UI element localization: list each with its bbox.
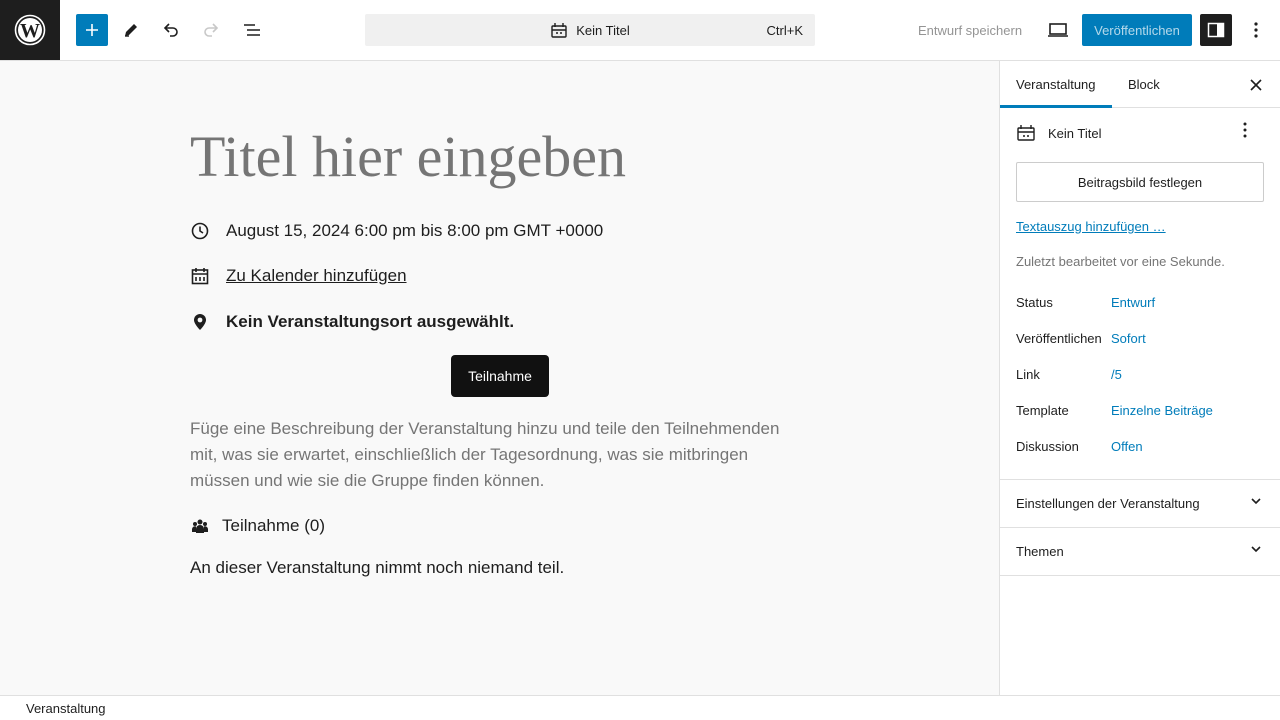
editor-header: W Kein Titel Ctrl+K Entwurf speichern Ve…	[0, 0, 1280, 61]
info-row-publish: Veröffentlichen Sofort	[1016, 331, 1146, 346]
chevron-down-icon	[1251, 546, 1261, 553]
add-excerpt-link[interactable]: Textauszug hinzufügen …	[1016, 219, 1166, 234]
add-to-calendar-link[interactable]: Zu Kalender hinzufügen	[226, 266, 407, 286]
attendees-heading-row: Teilnahme (0)	[190, 516, 325, 536]
event-venue: Kein Veranstaltungsort ausgewählt.	[226, 312, 515, 331]
redo-icon	[204, 23, 219, 37]
panel-event-settings[interactable]: Einstellungen der Veranstaltung	[1000, 479, 1280, 527]
settings-sidebar: Veranstaltung Block Kein Titel Beitragsb…	[999, 61, 1280, 695]
breadcrumb-item[interactable]: Veranstaltung	[26, 701, 106, 716]
post-summary-title: Kein Titel	[1048, 125, 1102, 141]
info-label: Status	[1016, 295, 1053, 310]
info-label: Diskussion	[1016, 439, 1079, 454]
command-bar-shortcut: Ctrl+K	[766, 22, 803, 38]
attend-button[interactable]: Teilnahme	[451, 355, 549, 397]
no-attendees-text: An dieser Veranstaltung nimmt noch niema…	[190, 558, 565, 577]
divider	[1000, 575, 1280, 576]
tab-block[interactable]: Block	[1112, 61, 1176, 108]
settings-sidebar-toggle[interactable]	[1200, 14, 1232, 46]
event-venue-row[interactable]: Kein Veranstaltungsort ausgewählt.	[190, 312, 514, 332]
sidebar-icon	[1207, 22, 1225, 38]
wordpress-icon: W	[14, 14, 46, 46]
discussion-button[interactable]: Offen	[1111, 439, 1143, 454]
wordpress-logo-button[interactable]: W	[0, 0, 60, 60]
event-post-icon	[551, 23, 567, 38]
event-post-icon	[1017, 125, 1035, 141]
panel-topics[interactable]: Themen	[1000, 527, 1280, 575]
chevron-down-icon	[1251, 498, 1261, 505]
preview-button[interactable]	[1042, 14, 1074, 46]
add-to-calendar-row: Zu Kalender hinzufügen	[190, 266, 407, 286]
post-title-input[interactable]: Titel hier eingeben	[190, 123, 626, 190]
publish-button[interactable]: Veröffentlichen	[1082, 14, 1192, 46]
document-overview-button[interactable]	[236, 14, 268, 46]
calendar-icon	[190, 266, 210, 286]
plus-icon	[86, 24, 98, 36]
tab-event[interactable]: Veranstaltung	[1000, 61, 1112, 108]
undo-button[interactable]	[155, 14, 187, 46]
sidebar-tabs: Veranstaltung Block	[1000, 61, 1280, 108]
list-view-icon	[244, 24, 260, 36]
panel-title: Einstellungen der Veranstaltung	[1016, 495, 1200, 511]
block-breadcrumb-bar: Veranstaltung	[0, 695, 1280, 720]
post-summary-header: Kein Titel	[1016, 122, 1247, 143]
info-label: Template	[1016, 403, 1069, 418]
close-sidebar-button[interactable]	[1244, 73, 1268, 97]
undo-icon	[163, 23, 178, 37]
info-row-status: Status Entwurf	[1016, 295, 1155, 310]
people-icon	[190, 516, 210, 536]
editor-canvas: Titel hier eingeben August 15, 2024 6:00…	[0, 61, 999, 695]
info-row-link: Link /5	[1016, 367, 1122, 382]
pencil-icon	[125, 24, 137, 37]
event-datetime-row[interactable]: August 15, 2024 6:00 pm bis 8:00 pm GMT …	[190, 221, 603, 241]
status-value-button[interactable]: Entwurf	[1111, 295, 1155, 310]
publish-date-button[interactable]: Sofort	[1111, 331, 1146, 346]
more-vertical-icon	[1254, 22, 1258, 38]
add-block-button[interactable]	[76, 14, 108, 46]
options-menu-button[interactable]	[1240, 14, 1272, 46]
desktop-preview-icon	[1048, 23, 1068, 37]
command-bar-title: Kein Titel	[576, 22, 630, 38]
template-button[interactable]: Einzelne Beiträge	[1111, 403, 1213, 418]
permalink-button[interactable]: /5	[1111, 367, 1122, 382]
event-datetime: August 15, 2024 6:00 pm bis 8:00 pm GMT …	[226, 221, 604, 240]
command-palette-bar[interactable]: Kein Titel Ctrl+K	[365, 14, 815, 46]
location-pin-icon	[190, 312, 210, 332]
attendees-heading: Teilnahme (0)	[222, 516, 325, 535]
info-label: Link	[1016, 367, 1040, 382]
close-icon	[1250, 79, 1262, 91]
info-label: Veröffentlichen	[1016, 331, 1102, 346]
event-description-placeholder[interactable]: Füge eine Beschreibung der Veranstaltung…	[190, 416, 810, 494]
save-draft-button[interactable]: Entwurf speichern	[910, 14, 1030, 46]
redo-button[interactable]	[195, 14, 227, 46]
info-row-template: Template Einzelne Beiträge	[1016, 403, 1213, 418]
panel-title: Themen	[1016, 543, 1064, 559]
svg-text:W: W	[20, 20, 40, 42]
info-row-discussion: Diskussion Offen	[1016, 439, 1143, 454]
set-featured-image-button[interactable]: Beitragsbild festlegen	[1016, 162, 1264, 202]
tools-button[interactable]	[115, 14, 147, 46]
last-edited-text: Zuletzt bearbeitet vor eine Sekunde.	[1016, 254, 1225, 269]
clock-icon	[190, 221, 210, 241]
more-vertical-icon[interactable]	[1242, 121, 1248, 139]
